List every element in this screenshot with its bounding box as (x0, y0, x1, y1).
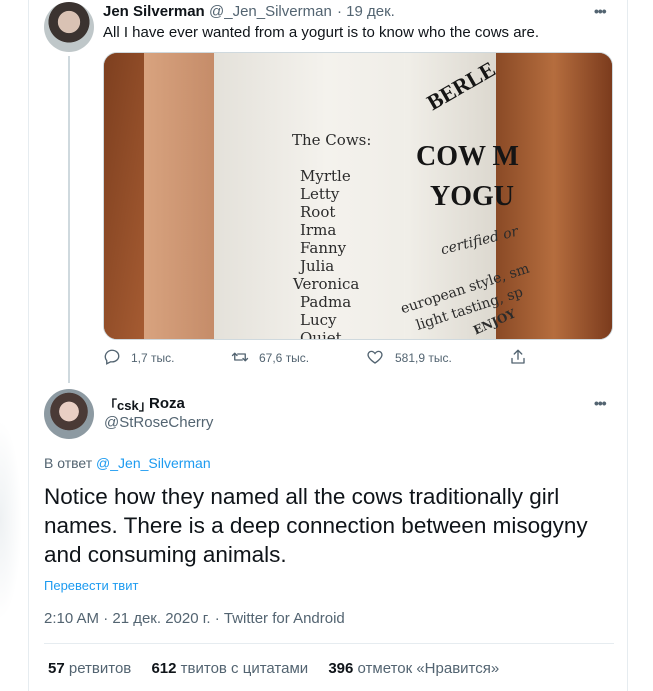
cow-name: Padma (300, 293, 352, 311)
product-name: COW M (416, 141, 519, 172)
cow-name: Root (300, 203, 336, 221)
cow-name: Fanny (300, 239, 347, 257)
retweets-stat[interactable]: 57 ретвитов (48, 660, 131, 677)
cow-name: Lucy (300, 311, 337, 329)
cow-name: Irma (300, 221, 337, 239)
likes-stat[interactable]: 396 отметок «Нравится» (328, 660, 499, 677)
quotes-label: твитов с цитатами (180, 660, 309, 677)
product-type: YOGU (430, 181, 514, 212)
reply-context: В ответ @_Jen_Silverman (44, 455, 211, 471)
avatar[interactable] (44, 389, 94, 439)
divider (44, 643, 614, 644)
cow-name: Quiet (300, 329, 342, 340)
cows-title: The Cows: (292, 131, 372, 149)
cow-name: Veronica (293, 275, 360, 293)
author-handle[interactable]: @StRoseCherry (104, 414, 213, 431)
tweet-text: Notice how they named all the cows tradi… (44, 484, 588, 567)
author-name[interactable]: Jen Silverman (103, 3, 205, 20)
author-handle[interactable]: @_Jen_Silverman (209, 3, 332, 20)
retweets-count: 57 (48, 660, 65, 677)
retweets-label: ретвитов (68, 660, 132, 677)
avatar[interactable] (44, 2, 94, 52)
share-icon[interactable] (509, 348, 527, 366)
quotes-count: 612 (151, 660, 177, 677)
more-options-icon[interactable]: ••• (594, 3, 607, 19)
translate-tweet-link[interactable]: Перевести твит (44, 578, 138, 593)
reply-count: 1,7 тыс. (131, 351, 175, 365)
tweet-stats: 57 ретвитов 612 твитов с цитатами 396 от… (48, 660, 515, 677)
background-edge (0, 420, 22, 620)
reply-to-link[interactable]: @_Jen_Silverman (96, 455, 211, 471)
likes-label: отметок «Нравится» (357, 660, 500, 677)
retweet-count: 67,6 тыс. (259, 351, 310, 365)
quotes-stat[interactable]: 612 твитов с цитатами (151, 660, 308, 677)
thread-connector (68, 56, 70, 383)
cow-name: Letty (300, 185, 340, 203)
tweet-date[interactable]: · 19 дек. (337, 3, 395, 20)
more-options-icon[interactable]: ••• (594, 395, 607, 411)
author-name-prefix[interactable]: 「csk」 (104, 395, 152, 414)
tweet-photo[interactable]: The Cows: Myrtle Letty Root Irma Fanny J… (103, 52, 613, 340)
reply-icon[interactable] (103, 348, 121, 366)
cow-name: Myrtle (300, 167, 351, 185)
like-icon[interactable] (366, 348, 384, 366)
like-count: 581,9 тыс. (395, 351, 452, 365)
author-name[interactable]: Roza (149, 395, 185, 412)
tweet-text: All I have ever wanted from a yogurt is … (103, 24, 540, 41)
hand-shape (144, 53, 214, 339)
likes-count: 396 (328, 660, 354, 677)
reply-to-label: В ответ (44, 455, 93, 471)
retweet-icon[interactable] (230, 348, 250, 366)
tweet-timestamp[interactable]: 2:10 AM · 21 дек. 2020 г. · Twitter for … (44, 610, 345, 627)
cow-name: Julia (300, 257, 335, 275)
